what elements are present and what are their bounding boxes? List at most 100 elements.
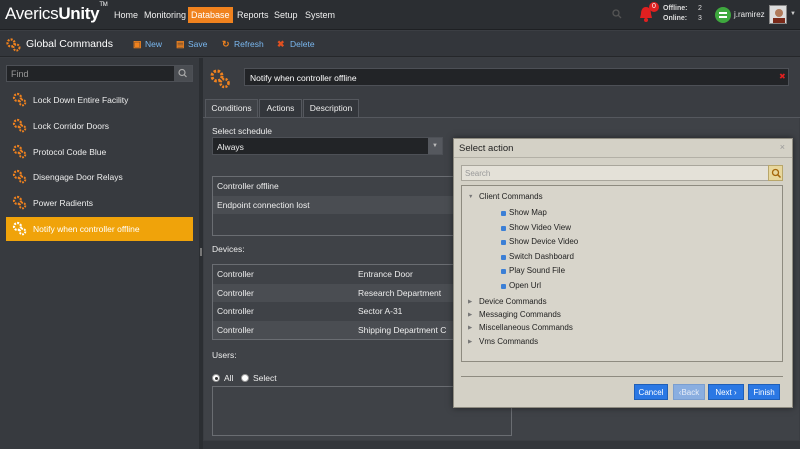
username[interactable]: j.ramirez	[734, 10, 765, 19]
command-icon	[501, 254, 506, 260]
schedule-label: Select schedule	[212, 126, 273, 136]
sidebar-item[interactable]: Power Radients	[6, 191, 193, 215]
users-select-label[interactable]: Select	[253, 373, 277, 383]
dialog-title: Select action	[459, 143, 514, 154]
expand-down-icon[interactable]: ▼	[468, 194, 473, 200]
sidebar-item-label: Protocol Code Blue	[33, 146, 107, 157]
cancel-button[interactable]: Cancel	[634, 384, 668, 400]
sidebar-item[interactable]: Protocol Code Blue	[6, 140, 193, 164]
tab-conditions[interactable]: Conditions	[205, 99, 258, 117]
offline-label: Offline:	[663, 5, 688, 12]
tree-node[interactable]: Device Commands	[479, 297, 547, 306]
refresh-icon: ↻	[222, 39, 230, 49]
device-type: Controller	[217, 269, 254, 279]
sidebar-item-label: Notify when controller offline	[33, 224, 140, 234]
command-icon	[501, 269, 506, 275]
users-all-radio[interactable]	[212, 374, 220, 382]
find-button[interactable]	[174, 66, 192, 81]
expand-right-icon[interactable]: ▶	[468, 299, 472, 305]
tree-leaf[interactable]: Show Device Video	[509, 237, 578, 246]
device-type: Controller	[217, 306, 254, 317]
save-button[interactable]: Save	[188, 39, 207, 49]
search-icon[interactable]	[612, 9, 622, 19]
gear-icon	[12, 144, 27, 158]
toolbar: Global Commands ▣ New ▤ Save ↻ Refresh ✖…	[0, 31, 800, 57]
gear-icon	[12, 92, 27, 107]
tab-actions[interactable]: Actions	[259, 99, 302, 117]
tree-node[interactable]: Miscellaneous Commands	[479, 323, 573, 332]
dialog-title-divider	[454, 157, 792, 158]
dialog-footer-divider	[461, 376, 783, 377]
nav-home[interactable]: Home	[111, 7, 141, 23]
sidebar-item-label: Disengage Door Relays	[33, 172, 123, 183]
device-name: Sector A-31	[358, 306, 403, 317]
sidebar-item[interactable]: Disengage Door Relays	[6, 165, 193, 189]
tree-leaf[interactable]: Show Map	[509, 208, 547, 217]
sidebar-item-label: Lock Down Entire Facility	[33, 95, 129, 105]
users-label: Users:	[212, 350, 237, 360]
chevron-right-icon: ›	[734, 388, 737, 397]
command-icon	[501, 211, 506, 216]
select-action-dialog: Select action × Search ▼ Client Commands S…	[453, 138, 793, 408]
devices-label: Devices:	[212, 244, 245, 254]
avatar[interactable]	[769, 5, 787, 24]
tree-leaf[interactable]: Play Sound File	[509, 266, 565, 275]
expand-right-icon[interactable]: ▶	[468, 312, 472, 318]
delete-icon: ✖	[277, 39, 285, 49]
tree-leaf[interactable]: Show Video View	[509, 223, 571, 232]
bottom-strip	[203, 441, 800, 449]
app-logo[interactable]: AvericsUnityTM	[5, 2, 108, 24]
schedule-select[interactable]: Always ▼	[212, 137, 443, 155]
tab-description[interactable]: Description	[303, 99, 359, 117]
tree-node[interactable]: Vms Commands	[479, 337, 538, 346]
nav-reports[interactable]: Reports	[234, 7, 272, 23]
rule-name-field[interactable]: Notify when controller offline	[244, 68, 789, 86]
users-select-radio[interactable]	[241, 374, 249, 382]
nav-system[interactable]: System	[302, 7, 338, 23]
refresh-button[interactable]: Refresh	[234, 39, 264, 49]
nav-monitoring[interactable]: Monitoring	[141, 7, 189, 23]
divider-grip[interactable]	[200, 248, 202, 256]
device-name: Entrance Door	[358, 269, 413, 279]
action-search-input[interactable]: Search	[461, 165, 770, 181]
command-icon	[501, 225, 506, 231]
sidebar-item[interactable]: Lock Down Entire Facility	[6, 88, 193, 112]
tree-leaf[interactable]: Switch Dashboard	[509, 252, 574, 261]
search-icon	[771, 168, 782, 179]
search-icon	[178, 68, 187, 78]
nav-database[interactable]: Database	[188, 7, 233, 23]
save-icon: ▤	[176, 39, 185, 49]
notification-count-badge: 0	[649, 2, 659, 12]
required-marker: ✖	[779, 72, 786, 81]
device-type: Controller	[217, 324, 254, 335]
online-label: Online:	[663, 15, 688, 22]
new-button[interactable]: New	[145, 39, 162, 49]
offline-count: 2	[698, 5, 702, 12]
delete-button[interactable]: Delete	[290, 39, 315, 49]
tree-node[interactable]: Messaging Commands	[479, 310, 561, 319]
top-bar: AvericsUnityTM Home Monitoring Database …	[0, 0, 800, 30]
back-button[interactable]: ‹Back	[673, 384, 705, 400]
find-placeholder: Find	[11, 69, 29, 79]
chevron-down-icon[interactable]: ▼	[428, 138, 442, 154]
expand-right-icon[interactable]: ▶	[468, 325, 472, 331]
tree-leaf[interactable]: Open Url	[509, 281, 541, 290]
next-button[interactable]: Next ›	[708, 384, 744, 400]
nav-setup[interactable]: Setup	[271, 7, 301, 23]
find-input[interactable]: Find	[6, 65, 193, 82]
users-all-label[interactable]: All	[224, 373, 233, 383]
sidebar-item-label: Lock Corridor Doors	[33, 120, 110, 131]
tree-node[interactable]: Client Commands	[479, 192, 543, 201]
close-icon[interactable]: ×	[780, 142, 785, 152]
gear-icon	[12, 118, 27, 133]
device-name: Shipping Department C	[358, 324, 447, 335]
sidebar-item[interactable]: Lock Corridor Doors	[6, 114, 193, 138]
expand-right-icon[interactable]: ▶	[468, 339, 472, 345]
new-icon: ▣	[133, 39, 142, 49]
action-tree: ▼ Client Commands Show Map Show Video View S…	[461, 185, 783, 362]
sidebar-item[interactable]: Notify when controller offline	[6, 217, 193, 241]
chevron-down-icon[interactable]: ▼	[790, 11, 796, 17]
sidebar: Find Lock Down Entire Facility Lock Corri…	[0, 58, 199, 449]
finish-button[interactable]: Finish	[748, 384, 780, 400]
search-button[interactable]	[768, 165, 783, 181]
